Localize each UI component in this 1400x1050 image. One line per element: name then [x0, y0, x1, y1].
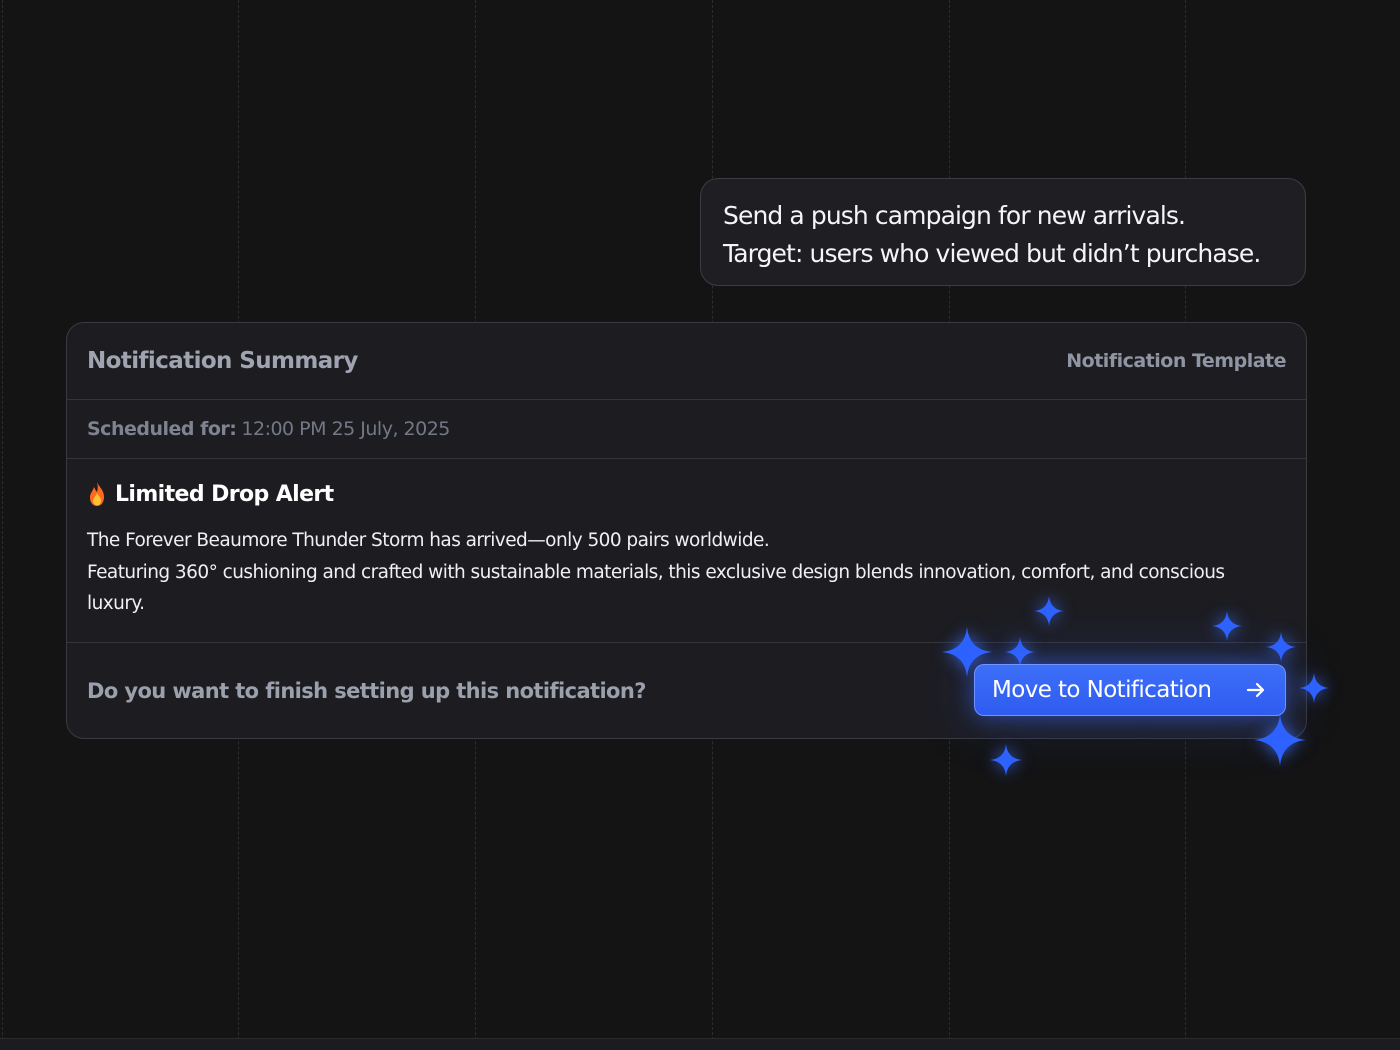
sparkle-icon	[1034, 596, 1064, 626]
sparkle-icon	[1266, 632, 1296, 662]
sparkle-icon	[990, 744, 1022, 776]
prompt-line-2: Target: users who viewed but didn’t purc…	[723, 239, 1261, 268]
card-title: Notification Summary	[87, 348, 358, 374]
move-to-notification-button[interactable]: Move to Notification	[974, 664, 1286, 716]
finish-setup-question: Do you want to finish setting up this no…	[87, 679, 646, 703]
alert-body: The Forever Beaumore Thunder Storm has a…	[87, 530, 1225, 614]
alert-heading: Limited Drop Alert	[87, 481, 1286, 507]
move-to-notification-label: Move to Notification	[992, 677, 1212, 703]
bottom-strip	[0, 1038, 1400, 1050]
sparkle-icon	[1005, 637, 1035, 667]
notification-template-link[interactable]: Notification Template	[1066, 350, 1286, 372]
prompt-bubble: Send a push campaign for new arrivals. T…	[700, 178, 1306, 286]
sparkle-icon	[1299, 673, 1329, 703]
sparkle-icon	[1212, 611, 1242, 641]
flame-icon	[90, 482, 104, 506]
canvas: Send a push campaign for new arrivals. T…	[0, 0, 1400, 1050]
arrow-right-icon	[1246, 682, 1265, 698]
alert-title: Limited Drop Alert	[115, 481, 334, 507]
scheduled-label: Scheduled for:	[87, 418, 237, 440]
schedule-row: Scheduled for: 12:00 PM 25 July, 2025	[67, 400, 1306, 459]
sparkle-icon	[1254, 714, 1306, 766]
prompt-line-1: Send a push campaign for new arrivals.	[723, 201, 1186, 230]
notification-content: Limited Drop Alert The Forever Beaumore …	[67, 459, 1306, 643]
scheduled-value: 12:00 PM 25 July, 2025	[241, 418, 450, 440]
card-header: Notification Summary Notification Templa…	[67, 323, 1306, 400]
grid-guide	[2, 0, 3, 1040]
